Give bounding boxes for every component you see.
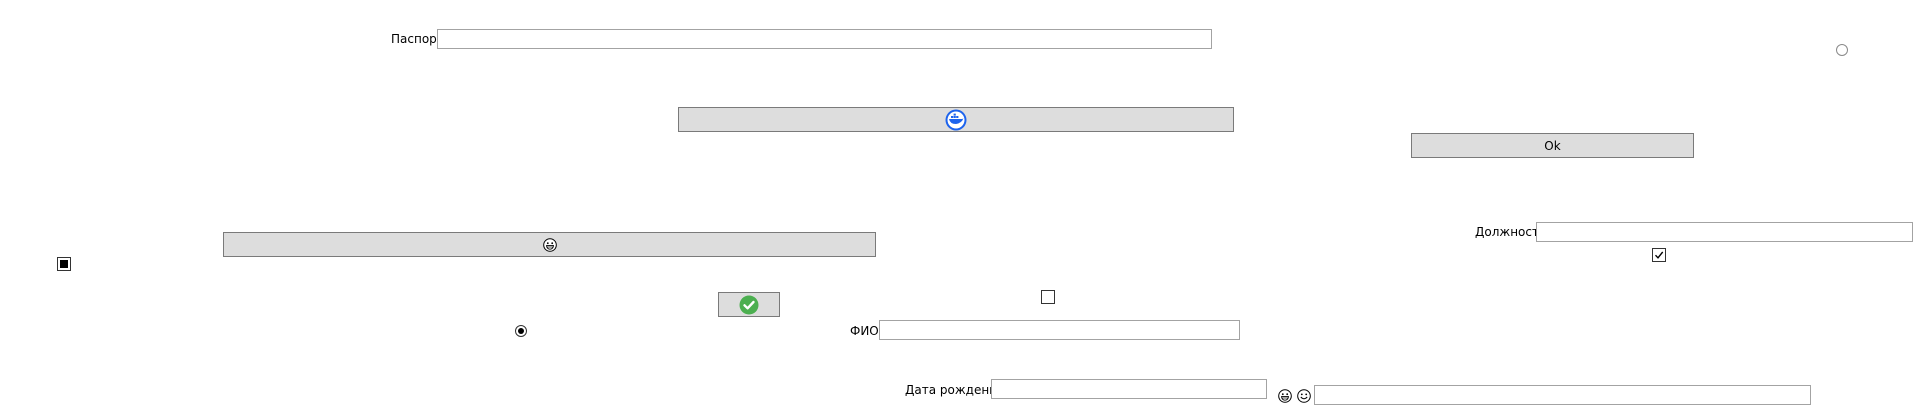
emoji-button[interactable] [223,232,876,257]
radio-middle[interactable] [515,325,527,337]
extra-field[interactable] [1314,385,1811,405]
extra-input[interactable] [1315,386,1810,404]
ok-button[interactable]: Ok [1411,133,1694,158]
ok-button-label: Ok [1544,138,1561,153]
passport-input[interactable] [438,30,1211,48]
passport-label: Паспорт [391,32,444,46]
birth-date-field[interactable] [991,379,1267,399]
position-field[interactable] [1536,222,1913,242]
checkbox-left[interactable] [57,257,71,271]
grinning-face-icon [1278,389,1292,403]
full-name-field[interactable] [879,320,1240,340]
full-name-input[interactable] [880,321,1239,339]
passport-field[interactable] [437,29,1212,49]
smiling-face-icon [1297,389,1311,403]
grinning-face-icon [542,237,557,252]
indeterminate-mark [60,260,68,268]
checkbox-center[interactable] [1041,290,1055,304]
birth-date-label: Дата рождения [905,383,1005,397]
checkmark-icon [1654,251,1664,259]
position-input[interactable] [1537,223,1912,241]
checkbox-right[interactable] [1652,248,1666,262]
docker-whale-icon [945,109,967,131]
birth-date-input[interactable] [992,380,1266,398]
radio-dot [518,328,524,334]
radio-top-right[interactable] [1836,44,1848,56]
confirm-button[interactable] [718,292,780,317]
full-name-label: ФИО [850,324,879,338]
green-check-icon [739,295,759,315]
docker-button[interactable] [678,107,1234,132]
